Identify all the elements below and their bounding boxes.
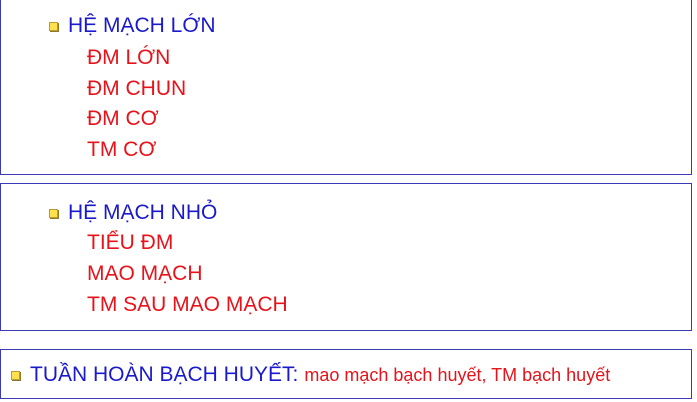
list-item-elastic-artery: ĐM CHUN bbox=[87, 77, 187, 100]
lymph-heading: TUẦN HOÀN BẠCH HUYẾT: mao mạch bạch huyế… bbox=[11, 363, 610, 387]
large-vessels-heading: HỆ MẠCH LỚN bbox=[49, 14, 216, 38]
large-vessels-heading-text: HỆ MẠCH LỚN bbox=[68, 14, 216, 37]
lymph-circulation-panel: TUẦN HOÀN BẠCH HUYẾT: mao mạch bạch huyế… bbox=[0, 349, 692, 399]
list-item-large-artery: ĐM LỚN bbox=[87, 46, 171, 69]
large-vessels-panel: HỆ MẠCH LỚN ĐM LỚN ĐM CHUN ĐM CƠ TM CƠ bbox=[0, 0, 692, 175]
lymph-detail-text: mao mạch bạch huyết, TM bạch huyết bbox=[304, 365, 611, 385]
small-vessels-heading-text: HỆ MẠCH NHỎ bbox=[68, 201, 218, 224]
list-item-muscular-vein: TM CƠ bbox=[87, 138, 157, 161]
list-item-muscular-artery: ĐM CƠ bbox=[87, 107, 159, 130]
list-item-postcapillary-venule: TM SAU MAO MẠCH bbox=[87, 293, 288, 316]
list-item-capillary: MAO MẠCH bbox=[87, 262, 203, 285]
yellow-square-bullet-icon bbox=[11, 370, 20, 380]
small-vessels-panel: HỆ MẠCH NHỎ TIỂU ĐM MAO MẠCH TM SAU MAO … bbox=[0, 183, 692, 331]
small-vessels-heading: HỆ MẠCH NHỎ bbox=[49, 201, 217, 225]
lymph-heading-text: TUẦN HOÀN BẠCH HUYẾT: bbox=[30, 363, 299, 386]
list-item-arteriole: TIỂU ĐM bbox=[87, 231, 174, 254]
yellow-square-bullet-icon bbox=[49, 21, 58, 31]
yellow-square-bullet-icon bbox=[49, 208, 58, 218]
